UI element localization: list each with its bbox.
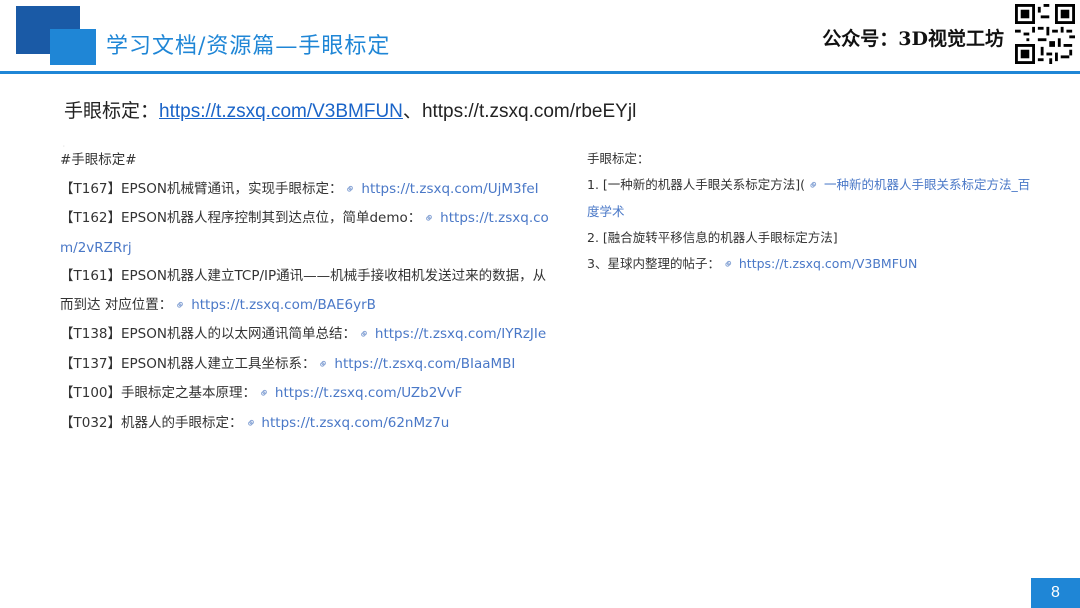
item-link-continuation[interactable]: 度学术: [587, 204, 625, 219]
main-link-label: 手眼标定：: [64, 100, 160, 122]
right-heading: 手眼标定：: [587, 151, 650, 166]
list-item: 【T138】EPSON机器人的以太网通讯简单总结：⚭https://t.zsxq…: [60, 320, 570, 350]
list-item: 【T100】手眼标定之基本原理：⚭https://t.zsxq.com/UZb2…: [60, 379, 570, 409]
item-text: 【T162】EPSON机器人程序控制其到达点位，简单demo：: [60, 210, 422, 226]
brand-label: 公众号：3D视觉工坊: [822, 28, 1004, 50]
list-item: 【T167】EPSON机械臂通讯，实现手眼标定：⚭https://t.zsxq.…: [60, 175, 570, 205]
resource-screenshot: · #手眼标定# 【T167】EPSON机械臂通讯，实现手眼标定：⚭https:…: [52, 140, 1072, 440]
list-item-continuation: 而到达 对应位置：⚭https://t.zsxq.com/BAE6yrB: [60, 291, 570, 321]
item-link[interactable]: https://t.zsxq.com/BIaaMBI: [334, 356, 515, 372]
item-text: 1. [一种新的机器人手眼关系标定方法](: [587, 177, 806, 192]
header-divider: [0, 71, 1080, 74]
item-link[interactable]: https://t.zsxq.com/BAE6yrB: [191, 297, 376, 313]
item-text-continuation: 而到达 对应位置：: [60, 296, 173, 313]
item-text: 【T167】EPSON机械臂通讯，实现手眼标定：: [60, 180, 343, 197]
item-link[interactable]: https://t.zsxq.com/IYRzJIe: [375, 326, 546, 342]
item-text: 【T032】机器人的手眼标定：: [60, 414, 243, 431]
item-link[interactable]: https://t.zsxq.com/62nMz7u: [261, 415, 449, 431]
list-item: 【T161】EPSON机器人建立TCP/IP通讯——机械手接收相机发送过来的数据…: [60, 262, 570, 291]
item-text: 【T100】手眼标定之基本原理：: [60, 385, 257, 401]
main-link-line: 手眼标定：https://t.zsxq.com/V3BMFUN、https://…: [64, 98, 636, 125]
main-link-1[interactable]: https://t.zsxq.com/V3BMFUN: [159, 101, 403, 122]
right-item-2: 2. [融合旋转平移信息的机器人手眼标定方法]: [587, 230, 838, 245]
list-item-continuation: m/2vRZRrj: [60, 234, 570, 263]
list-item: 【T032】机器人的手眼标定：⚭https://t.zsxq.com/62nMz…: [60, 409, 570, 439]
left-heading: #手眼标定#: [60, 152, 137, 168]
item-text: 【T138】EPSON机器人的以太网通讯简单总结：: [60, 326, 356, 342]
header-square-light: [50, 29, 96, 65]
right-item-1: 1. [一种新的机器人手眼关系标定方法](⚭一种新的机器人手眼关系标定方法_百: [587, 172, 1067, 199]
page-number: 8: [1031, 578, 1080, 608]
item-text: 【T137】EPSON机器人建立工具坐标系：: [60, 355, 316, 372]
item-link[interactable]: https://t.zsxq.com/UZb2VvF: [275, 385, 462, 401]
main-link-separator: 、: [402, 100, 422, 122]
item-text: 【T161】EPSON机器人建立TCP/IP通讯——机械手接收相机发送过来的数据…: [60, 268, 547, 284]
list-item: 【T162】EPSON机器人程序控制其到达点位，简单demo：⚭https://…: [60, 204, 570, 234]
list-item: 【T137】EPSON机器人建立工具坐标系：⚭https://t.zsxq.co…: [60, 350, 570, 380]
right-item-3: 3、星球内整理的帖子：⚭https://t.zsxq.com/V3BMFUN: [587, 251, 1067, 278]
item-link-continuation[interactable]: m/2vRZRrj: [60, 240, 132, 256]
right-item-1-continuation: 度学术: [587, 199, 1067, 225]
item-link[interactable]: https://t.zsxq.com/V3BMFUN: [739, 256, 918, 271]
item-link[interactable]: 一种新的机器人手眼关系标定方法_百: [824, 177, 1030, 192]
main-link-2: https://t.zsxq.com/rbeEYjl: [421, 101, 637, 122]
slide-header: 学习文档/资源篇—手眼标定 公众号：3D视觉工坊: [0, 0, 1080, 76]
left-column: #手眼标定# 【T167】EPSON机械臂通讯，实现手眼标定：⚭https://…: [60, 146, 570, 438]
item-text: 3、星球内整理的帖子：: [587, 256, 720, 271]
item-link[interactable]: https://t.zsxq.co: [440, 210, 549, 226]
qr-code-icon: [1015, 4, 1075, 64]
right-column: 手眼标定： 1. [一种新的机器人手眼关系标定方法](⚭一种新的机器人手眼关系标…: [587, 146, 1067, 278]
slide-title: 学习文档/资源篇—手眼标定: [106, 34, 391, 59]
item-link[interactable]: https://t.zsxq.com/UjM3feI: [361, 181, 538, 197]
